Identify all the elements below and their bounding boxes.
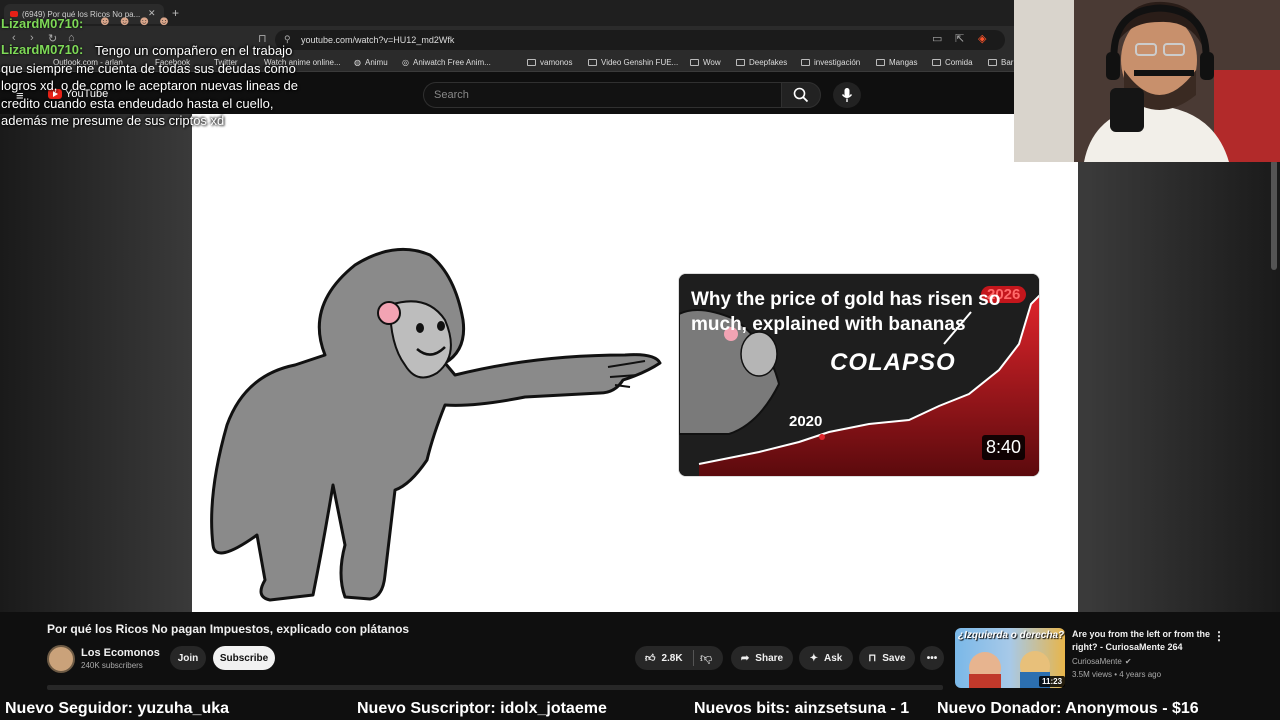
chat-message: Tengo un compañero en el trabajo que sie… [1,42,301,130]
thumbnail-duration: 8:40 [982,435,1026,460]
microphone-icon [841,88,853,102]
chat-username: LizardM0710: [1,16,84,31]
recommended-channel-name: CuriosaMente [1072,657,1122,666]
share-page-icon[interactable]: ⇱ [955,32,964,45]
sparkle-icon: ✦ [809,652,819,664]
ask-button[interactable]: ✦ Ask [799,646,853,670]
thumbnail-title: Why the price of gold has risen so much,… [691,289,1001,335]
stream-screen: (6949) Por qué los Ricos No pa... ✕ + ‹ … [0,0,1280,720]
bookmark-folder-vamonos[interactable]: vamonos [527,58,572,67]
ticker-new-donor: Nuevo Donador: Anonymous - $16 [937,700,1199,717]
bookmark-animu[interactable]: ◍ Animu [354,58,388,67]
globe-icon: ◍ [354,58,361,67]
bookmark-label: vamonos [540,58,573,67]
bookmark-label: Comida [945,58,973,67]
save-label: Save [882,652,906,664]
bookmark-label: Animu [364,58,388,67]
bookmark-folder-mangas[interactable]: Mangas [876,58,917,67]
search-input[interactable]: Search [423,82,781,108]
recommended-title[interactable]: Are you from the left or from the right?… [1072,628,1212,654]
verified-icon: ✔ [1124,657,1132,666]
gorilla-pointing-illustration [210,247,662,602]
recommended-duration: 11:23 [1039,676,1066,687]
thumbs-down-icon: 👎︎ [700,651,713,665]
bookmark-folder-comida[interactable]: Comida [932,58,973,67]
chat-emotes: ☻☻☻☻ [98,13,177,28]
bookmark-label: Bar [1001,58,1014,67]
video-title: Por qué los Ricos No pagan Impuestos, ex… [47,622,410,636]
bookmark-label: Aniwatch Free Anim... [412,58,491,67]
voice-search-button[interactable] [833,82,861,108]
like-divider [693,650,694,666]
streamer-webcam [1014,0,1280,162]
bookmark-label: Wow [703,58,721,67]
bookmark-folder-bar[interactable]: Bar [988,58,1013,67]
bookmark-label: Video Genshin FUE... [601,58,679,67]
bookmark-folder-genshin[interactable]: Video Genshin FUE... [588,58,678,67]
subscribe-button[interactable]: Subscribe [213,646,275,670]
recommended-channel[interactable]: CuriosaMente ✔ [1072,657,1132,666]
recommended-more-icon[interactable]: ⋮ [1213,629,1225,643]
share-label: Share [755,652,784,664]
search-button[interactable] [781,82,821,108]
install-app-icon[interactable]: ▭ [932,32,942,45]
save-button[interactable]: ⊓ Save [859,646,915,670]
webcam-video-feed [1014,0,1280,162]
ticker-new-bits: Nuevos bits: ainzsetsuna - 1 [694,700,910,717]
bookmark-folder-deepfakes[interactable]: Deepfakes [736,58,787,67]
folder-icon [932,59,941,66]
subscriber-count: 240K subscribers [81,661,143,670]
thumbnail-year-start: 2020 [789,413,823,430]
recommended-thumbnail-text: ¿Izquierda o derecha? [958,630,1065,641]
channel-avatar[interactable] [47,645,75,673]
share-icon: ➦ [740,652,750,664]
thumbs-up-icon: 👍︎ [645,653,656,664]
channel-name[interactable]: Los Ecomonos [81,647,160,659]
folder-icon [876,59,885,66]
aniwatch-icon: ◎ [402,58,409,67]
join-button[interactable]: Join [170,646,206,670]
bookmark-aniwatch[interactable]: ◎ Aniwatch Free Anim... [402,58,491,67]
emote-icon: ☻ [157,13,177,28]
url-text: youtube.com/watch?v=HU12_md2Wfk [301,35,455,45]
ticker-new-subscriber: Nuevo Suscriptor: idolx_jotaeme [357,700,607,717]
bookmark-label: Deepfakes [749,58,788,67]
folder-icon [588,59,597,66]
folder-icon [736,59,745,66]
like-count: 2.8K [661,652,683,664]
folder-icon [690,59,699,66]
bookmark-label: Mangas [889,58,918,67]
search-placeholder: Search [434,89,469,101]
bookmark-label: investigación [814,58,861,67]
share-button[interactable]: ➦ Share [731,646,793,670]
page-scrollbar[interactable] [1271,160,1277,270]
emote-icon: ☻ [117,13,138,28]
search-icon [793,87,809,103]
recommended-meta: 3.5M views • 4 years ago [1072,670,1162,679]
ticker-new-follower: Nuevo Seguidor: yuzuha_uka [5,700,230,717]
bookmark-folder-wow[interactable]: Wow [690,58,721,67]
folder-icon [801,59,810,66]
bookmark-folder-investigacion[interactable]: investigación [801,58,860,67]
url-bar[interactable]: youtube.com/watch?v=HU12_md2Wfk [275,30,1005,50]
emote-icon: ☻ [98,13,118,28]
folder-icon [527,59,536,66]
thumbnail-overlay-word: COLAPSO [830,349,956,376]
dislike-button[interactable]: 👎︎ [700,651,712,666]
description-collapsed-bar[interactable] [47,685,943,690]
more-actions-button[interactable]: ••• [920,646,944,670]
folder-icon [988,59,997,66]
chat-message-text: Tengo un compañero en el trabajo que sie… [1,43,299,128]
brave-shield-icon[interactable]: ◈ [978,32,986,45]
bookmark-icon: ⊓ [868,652,877,664]
ask-label: Ask [824,652,843,664]
emote-icon: ☻ [137,13,158,28]
